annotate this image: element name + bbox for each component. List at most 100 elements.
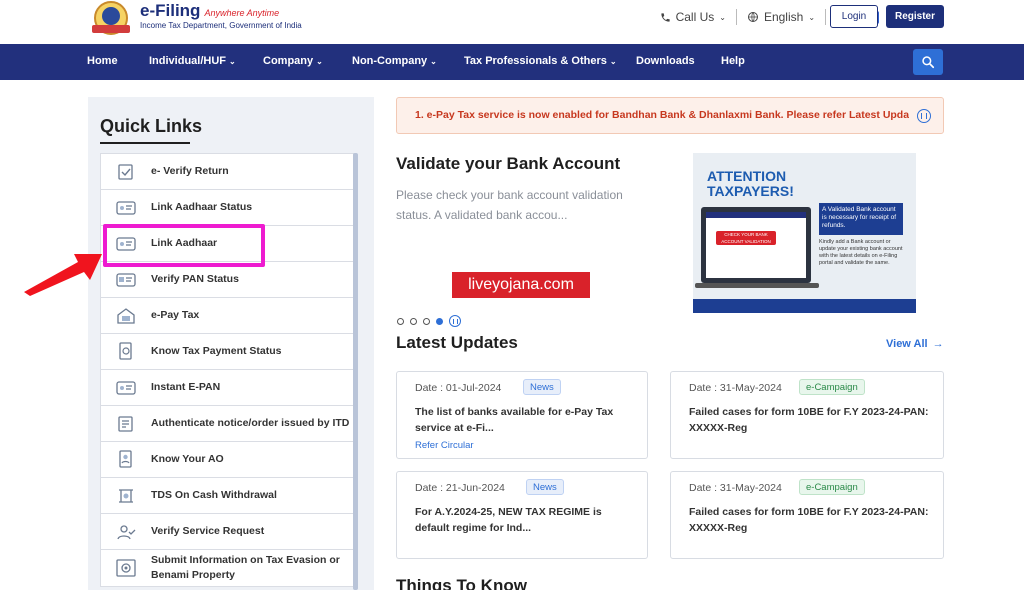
update-card[interactable]: Date : 31-May-2024 e-Campaign Failed cas…	[670, 371, 944, 459]
nav-help[interactable]: Help	[721, 55, 745, 67]
quick-link-label: Authenticate notice/order issued by ITD	[151, 417, 350, 429]
nav-company[interactable]: Company ⌄	[263, 55, 323, 67]
divider	[825, 9, 827, 25]
nav-label: Company	[263, 55, 314, 67]
login-button[interactable]: Login	[830, 5, 878, 28]
logo-subtitle: Income Tax Department, Government of Ind…	[140, 21, 302, 30]
logo-tagline: Anywhere Anytime	[204, 8, 280, 18]
update-text: The list of banks available for e-Pay Ta…	[415, 406, 614, 434]
banner-cta: CHECK YOUR BANK ACCOUNT VALIDATION STATU…	[716, 231, 776, 251]
globe-icon	[747, 12, 758, 22]
quick-link-e-verify-return[interactable]: e- Verify Return	[101, 154, 353, 190]
quick-link-verify-service-request[interactable]: Verify Service Request	[101, 514, 353, 550]
update-text: Failed cases for form 10BE for F.Y 2023-…	[689, 506, 929, 534]
update-card[interactable]: Date : 31-May-2024 e-Campaign Failed cas…	[670, 471, 944, 559]
carousel-dot-active[interactable]	[436, 317, 443, 325]
quick-links-list: e- Verify Return Link Aadhaar Status Lin…	[100, 153, 354, 587]
tax-evasion-icon	[115, 558, 137, 578]
nav-home[interactable]: Home	[87, 55, 118, 67]
quick-link-e-pay-tax[interactable]: e-Pay Tax	[101, 298, 353, 334]
update-card[interactable]: Date : 21-Jun-2024 News For A.Y.2024-25,…	[396, 471, 648, 559]
chevron-down-icon: ⌄	[609, 56, 617, 66]
register-button[interactable]: Register	[886, 5, 944, 28]
banner-footer	[693, 299, 916, 313]
update-card[interactable]: Date : 01-Jul-2024 News The list of bank…	[396, 371, 648, 459]
logo-title: e-Filing	[140, 1, 201, 20]
announcement-banner: 1. e-Pay Tax service is now enabled for …	[396, 97, 944, 134]
quick-link-label: Know Tax Payment Status	[151, 345, 282, 357]
quick-link-label: e-Pay Tax	[151, 309, 200, 321]
laptop-screen	[706, 212, 806, 278]
search-icon	[922, 56, 935, 69]
nav-label: Help	[721, 55, 745, 67]
quick-link-label: Verify Service Request	[151, 525, 265, 537]
hero-description: Please check your bank account validatio…	[396, 188, 623, 222]
latest-updates-title: Latest Updates	[396, 333, 518, 352]
carousel-dot[interactable]	[410, 317, 417, 325]
language-select[interactable]: English ⌄	[747, 10, 815, 24]
laptop-base	[695, 283, 819, 288]
banner-title: ATTENTION TAXPAYERS!	[707, 168, 794, 199]
refer-circular-link[interactable]: Refer Circular	[415, 440, 474, 451]
nav-label: Individual/HUF	[149, 55, 226, 67]
watermark: liveyojana.com	[452, 272, 590, 298]
announcement-text[interactable]: 1. e-Pay Tax service is now enabled for …	[415, 109, 909, 121]
phone-icon	[660, 12, 670, 22]
update-text: For A.Y.2024-25, NEW TAX REGIME is defau…	[415, 506, 602, 534]
banner-body-text: Kindly add a Bank account or update your…	[819, 239, 903, 266]
e-campaign-badge: e-Campaign	[799, 379, 865, 395]
update-date: Date : 31-May-2024	[689, 382, 782, 394]
nav-label: Home	[87, 55, 118, 67]
quick-link-tax-evasion[interactable]: Submit Information on Tax Evasion or Ben…	[101, 550, 353, 586]
nav-label: Tax Professionals & Others	[464, 55, 607, 67]
quick-links-panel: Quick Links e- Verify Return Link Aadhaa…	[88, 97, 374, 590]
quick-links-title: Quick Links	[100, 116, 203, 144]
quick-link-tax-payment-status[interactable]: Know Tax Payment Status	[101, 334, 353, 370]
quick-links-scrollbar[interactable]	[353, 153, 358, 590]
divider	[735, 9, 737, 25]
quick-link-label: Know Your AO	[151, 453, 224, 465]
update-date: Date : 01-Jul-2024	[415, 382, 502, 394]
quick-link-label: Verify PAN Status	[151, 273, 239, 285]
carousel-dot[interactable]	[423, 317, 430, 325]
quick-link-know-your-ao[interactable]: Know Your AO	[101, 442, 353, 478]
notice-icon	[115, 414, 137, 434]
chevron-down-icon: ⌄	[430, 56, 437, 66]
carousel-pause-icon[interactable]	[449, 315, 461, 327]
news-badge: News	[526, 479, 564, 495]
nav-non-company[interactable]: Non-Company ⌄	[352, 55, 437, 67]
nav-individual-huf[interactable]: Individual/HUF ⌄	[149, 55, 236, 67]
verify-return-icon	[115, 162, 137, 182]
carousel-dot[interactable]	[397, 317, 404, 325]
efiling-logo[interactable]: e-Filing Anywhere Anytime Income Tax Dep…	[88, 1, 302, 35]
arrow-right-icon: →	[932, 338, 944, 350]
quick-link-label: Link Aadhaar Status	[151, 201, 253, 213]
things-to-know-title: Things To Know	[396, 576, 527, 590]
e-campaign-badge: e-Campaign	[799, 479, 865, 495]
chevron-down-icon: ⌄	[229, 56, 236, 66]
quick-link-label: Instant E-PAN	[151, 381, 221, 393]
pay-tax-icon	[115, 306, 137, 326]
language-label: English	[763, 10, 804, 24]
pause-icon[interactable]	[917, 109, 931, 123]
call-us-label: Call Us	[675, 10, 715, 24]
quick-link-tds-cash-withdrawal[interactable]: TDS On Cash Withdrawal	[101, 478, 353, 514]
view-all-label: View All	[886, 338, 928, 350]
search-button[interactable]	[913, 49, 943, 75]
top-header: e-Filing Anywhere Anytime Income Tax Dep…	[0, 0, 1024, 44]
quick-link-instant-epan[interactable]: Instant E-PAN	[101, 370, 353, 406]
quick-link-authenticate-notice[interactable]: Authenticate notice/order issued by ITD	[101, 406, 353, 442]
emblem-icon	[88, 1, 134, 35]
nav-tax-professionals[interactable]: Tax Professionals & Others ⌄	[464, 55, 617, 67]
quick-link-verify-pan[interactable]: Verify PAN Status	[101, 262, 353, 298]
quick-link-aadhaar-status[interactable]: Link Aadhaar Status	[101, 190, 353, 226]
nav-downloads[interactable]: Downloads	[636, 55, 695, 67]
annotation-highlight-box	[103, 224, 265, 267]
call-us-menu[interactable]: Call Us ⌄	[660, 10, 726, 24]
aadhaar-card-icon	[115, 198, 137, 218]
carousel-indicators	[397, 315, 461, 327]
nav-label: Downloads	[636, 55, 695, 67]
chevron-down-icon: ⌄	[719, 12, 726, 22]
attention-taxpayers-banner[interactable]: ATTENTION TAXPAYERS! A Validated Bank ac…	[693, 153, 916, 313]
view-all-link[interactable]: View All →	[886, 338, 944, 350]
